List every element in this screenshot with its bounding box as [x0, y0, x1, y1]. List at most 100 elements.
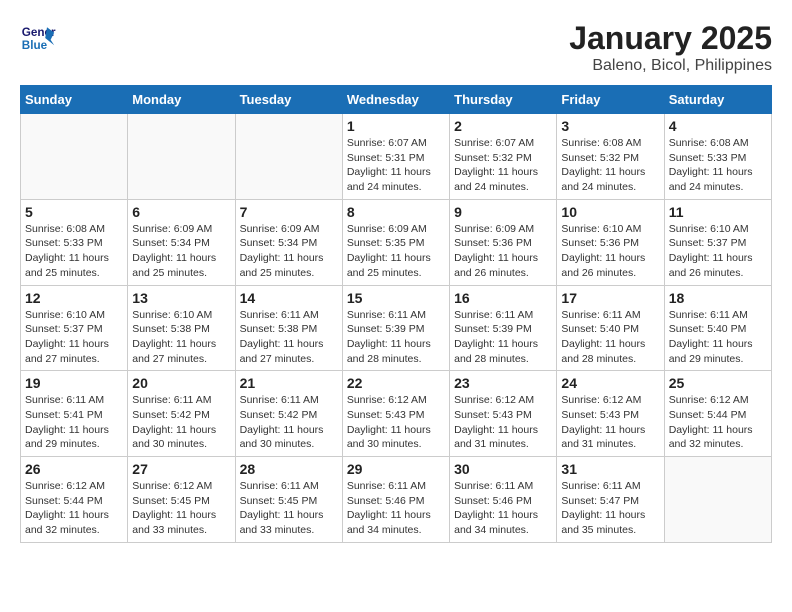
day-number: 31: [561, 461, 659, 477]
day-info: Sunrise: 6:11 AM Sunset: 5:46 PM Dayligh…: [347, 479, 445, 538]
logo-icon: General Blue: [20, 20, 56, 56]
day-number: 26: [25, 461, 123, 477]
day-number: 12: [25, 290, 123, 306]
day-number: 10: [561, 204, 659, 220]
day-number: 16: [454, 290, 552, 306]
calendar-cell: 21 Sunrise: 6:11 AM Sunset: 5:42 PM Dayli…: [235, 371, 342, 457]
day-info: Sunrise: 6:11 AM Sunset: 5:40 PM Dayligh…: [669, 308, 767, 367]
calendar-cell: 27Sunrise: 6:12 AM Sunset: 5:45 PM Dayli…: [128, 457, 235, 543]
day-info: Sunrise: 6:09 AM Sunset: 5:34 PM Dayligh…: [240, 222, 338, 281]
calendar-cell: 31 Sunrise: 6:11 AM Sunset: 5:47 PM Dayli…: [557, 457, 664, 543]
day-number: 25: [669, 375, 767, 391]
calendar-week-row: 12 Sunrise: 6:10 AM Sunset: 5:37 PM Dayli…: [21, 285, 772, 371]
calendar-cell: 29 Sunrise: 6:11 AM Sunset: 5:46 PM Dayli…: [342, 457, 449, 543]
weekday-header: Thursday: [450, 86, 557, 114]
calendar-cell: 11 Sunrise: 6:10 AM Sunset: 5:37 PM Dayli…: [664, 199, 771, 285]
calendar-cell: 22 Sunrise: 6:12 AM Sunset: 5:43 PM Dayli…: [342, 371, 449, 457]
day-info: Sunrise: 6:11 AM Sunset: 5:39 PM Dayligh…: [347, 308, 445, 367]
day-number: 18: [669, 290, 767, 306]
weekday-header: Wednesday: [342, 86, 449, 114]
calendar-cell: 20 Sunrise: 6:11 AM Sunset: 5:42 PM Dayli…: [128, 371, 235, 457]
day-number: 22: [347, 375, 445, 391]
day-info: Sunrise: 6:08 AM Sunset: 5:32 PM Dayligh…: [561, 136, 659, 195]
svg-text:Blue: Blue: [22, 39, 48, 52]
calendar-cell: 7 Sunrise: 6:09 AM Sunset: 5:34 PM Daylig…: [235, 199, 342, 285]
calendar-cell: 4 Sunrise: 6:08 AM Sunset: 5:33 PM Daylig…: [664, 114, 771, 200]
day-number: 2: [454, 118, 552, 134]
weekday-header: Saturday: [664, 86, 771, 114]
day-info: Sunrise: 6:07 AM Sunset: 5:32 PM Dayligh…: [454, 136, 552, 195]
day-info: Sunrise: 6:09 AM Sunset: 5:34 PM Dayligh…: [132, 222, 230, 281]
day-info: Sunrise: 6:09 AM Sunset: 5:35 PM Dayligh…: [347, 222, 445, 281]
page-subtitle: Baleno, Bicol, Philippines: [569, 57, 772, 75]
calendar-cell: 14 Sunrise: 6:11 AM Sunset: 5:38 PM Dayli…: [235, 285, 342, 371]
day-info: Sunrise: 6:12 AM Sunset: 5:44 PM Dayligh…: [25, 479, 123, 538]
day-info: Sunrise: 6:10 AM Sunset: 5:36 PM Dayligh…: [561, 222, 659, 281]
day-number: 29: [347, 461, 445, 477]
day-number: 6: [132, 204, 230, 220]
day-info: Sunrise: 6:11 AM Sunset: 5:42 PM Dayligh…: [132, 393, 230, 452]
calendar-week-row: 19 Sunrise: 6:11 AM Sunset: 5:41 PM Dayli…: [21, 371, 772, 457]
calendar-cell: 10 Sunrise: 6:10 AM Sunset: 5:36 PM Dayli…: [557, 199, 664, 285]
day-info: Sunrise: 6:11 AM Sunset: 5:40 PM Dayligh…: [561, 308, 659, 367]
day-info: Sunrise: 6:11 AM Sunset: 5:39 PM Dayligh…: [454, 308, 552, 367]
weekday-header: Tuesday: [235, 86, 342, 114]
day-number: 13: [132, 290, 230, 306]
day-number: 21: [240, 375, 338, 391]
calendar-week-row: 1 Sunrise: 6:07 AM Sunset: 5:31 PM Daylig…: [21, 114, 772, 200]
calendar-cell: [664, 457, 771, 543]
calendar-cell: 25 Sunrise: 6:12 AM Sunset: 5:44 PM Dayli…: [664, 371, 771, 457]
page-title: January 2025: [569, 20, 772, 57]
day-number: 9: [454, 204, 552, 220]
day-info: Sunrise: 6:10 AM Sunset: 5:37 PM Dayligh…: [25, 308, 123, 367]
calendar-cell: 2 Sunrise: 6:07 AM Sunset: 5:32 PM Daylig…: [450, 114, 557, 200]
day-info: Sunrise: 6:11 AM Sunset: 5:46 PM Dayligh…: [454, 479, 552, 538]
day-number: 20: [132, 375, 230, 391]
day-info: Sunrise: 6:11 AM Sunset: 5:45 PM Dayligh…: [240, 479, 338, 538]
day-number: 19: [25, 375, 123, 391]
day-info: Sunrise: 6:11 AM Sunset: 5:42 PM Dayligh…: [240, 393, 338, 452]
day-number: 23: [454, 375, 552, 391]
calendar-cell: 3 Sunrise: 6:08 AM Sunset: 5:32 PM Daylig…: [557, 114, 664, 200]
calendar-week-row: 26 Sunrise: 6:12 AM Sunset: 5:44 PM Dayli…: [21, 457, 772, 543]
calendar-cell: 23 Sunrise: 6:12 AM Sunset: 5:43 PM Dayli…: [450, 371, 557, 457]
day-info: Sunrise: 6:09 AM Sunset: 5:36 PM Dayligh…: [454, 222, 552, 281]
calendar-cell: 18 Sunrise: 6:11 AM Sunset: 5:40 PM Dayli…: [664, 285, 771, 371]
day-info: Sunrise: 6:11 AM Sunset: 5:41 PM Dayligh…: [25, 393, 123, 452]
day-number: 14: [240, 290, 338, 306]
day-number: 3: [561, 118, 659, 134]
calendar-cell: 26 Sunrise: 6:12 AM Sunset: 5:44 PM Dayli…: [21, 457, 128, 543]
day-info: Sunrise: 6:08 AM Sunset: 5:33 PM Dayligh…: [669, 136, 767, 195]
weekday-header: Monday: [128, 86, 235, 114]
calendar-cell: 28 Sunrise: 6:11 AM Sunset: 5:45 PM Dayli…: [235, 457, 342, 543]
logo: General Blue: [20, 20, 56, 56]
calendar-cell: 5 Sunrise: 6:08 AM Sunset: 5:33 PM Daylig…: [21, 199, 128, 285]
calendar-week-row: 5 Sunrise: 6:08 AM Sunset: 5:33 PM Daylig…: [21, 199, 772, 285]
day-info: Sunrise: 6:08 AM Sunset: 5:33 PM Dayligh…: [25, 222, 123, 281]
weekday-header: Sunday: [21, 86, 128, 114]
day-info: Sunrise: 6:10 AM Sunset: 5:37 PM Dayligh…: [669, 222, 767, 281]
day-info: Sunrise: 6:12 AM Sunset: 5:43 PM Dayligh…: [454, 393, 552, 452]
calendar-cell: 16 Sunrise: 6:11 AM Sunset: 5:39 PM Dayli…: [450, 285, 557, 371]
day-number: 4: [669, 118, 767, 134]
calendar-cell: 6 Sunrise: 6:09 AM Sunset: 5:34 PM Daylig…: [128, 199, 235, 285]
weekday-header: Friday: [557, 86, 664, 114]
day-number: 30: [454, 461, 552, 477]
day-info: Sunrise: 6:12 AM Sunset: 5:44 PM Dayligh…: [669, 393, 767, 452]
day-number: 11: [669, 204, 767, 220]
calendar-cell: 17Sunrise: 6:11 AM Sunset: 5:40 PM Dayli…: [557, 285, 664, 371]
day-info: Sunrise: 6:11 AM Sunset: 5:38 PM Dayligh…: [240, 308, 338, 367]
day-info: Sunrise: 6:12 AM Sunset: 5:45 PM Dayligh…: [132, 479, 230, 538]
calendar-cell: 30 Sunrise: 6:11 AM Sunset: 5:46 PM Dayli…: [450, 457, 557, 543]
day-number: 28: [240, 461, 338, 477]
day-info: Sunrise: 6:07 AM Sunset: 5:31 PM Dayligh…: [347, 136, 445, 195]
calendar-cell: 8Sunrise: 6:09 AM Sunset: 5:35 PM Daylig…: [342, 199, 449, 285]
title-area: January 2025 Baleno, Bicol, Philippines: [569, 20, 772, 75]
day-number: 7: [240, 204, 338, 220]
day-number: 5: [25, 204, 123, 220]
day-info: Sunrise: 6:11 AM Sunset: 5:47 PM Dayligh…: [561, 479, 659, 538]
day-info: Sunrise: 6:12 AM Sunset: 5:43 PM Dayligh…: [347, 393, 445, 452]
calendar-cell: 24Sunrise: 6:12 AM Sunset: 5:43 PM Dayli…: [557, 371, 664, 457]
day-info: Sunrise: 6:10 AM Sunset: 5:38 PM Dayligh…: [132, 308, 230, 367]
day-number: 1: [347, 118, 445, 134]
